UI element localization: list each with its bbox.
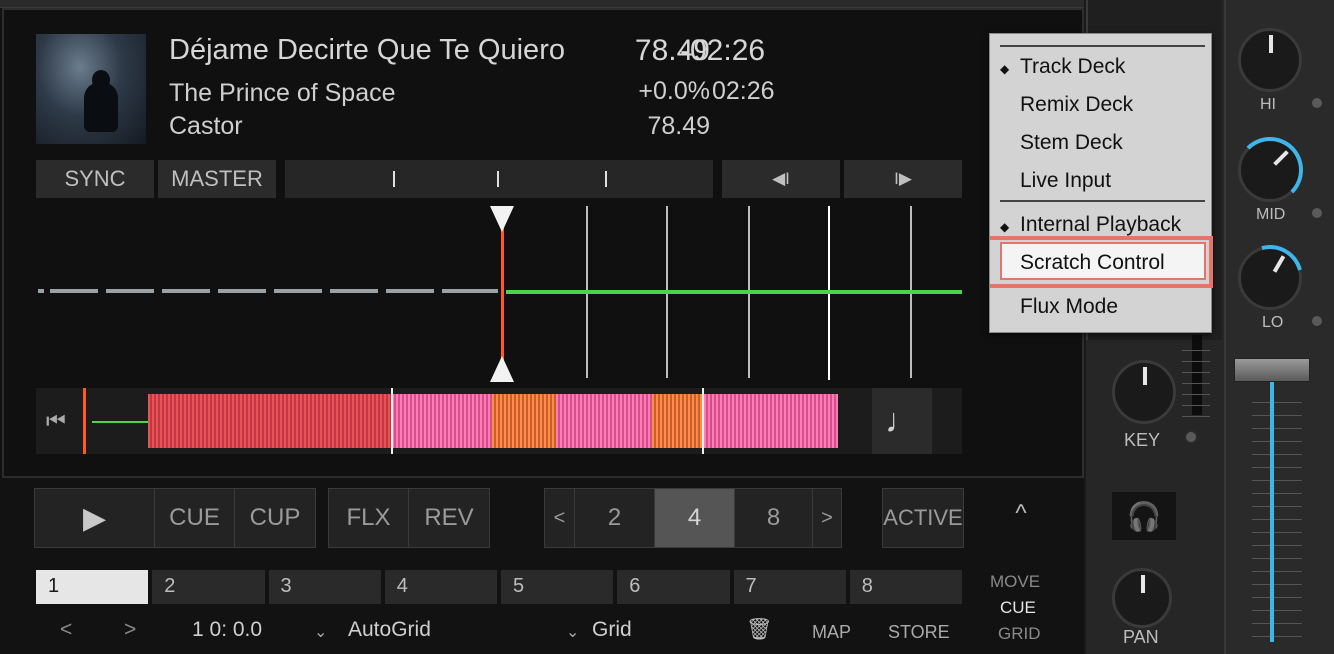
map-button[interactable]: MAP [812,622,851,643]
tempo-percent: +0.0% [638,77,710,105]
master-button[interactable]: MASTER [158,160,276,198]
menu-item-stem-deck[interactable]: Stem Deck [1020,131,1123,155]
menu-item-flux-mode[interactable]: Flux Mode [1020,295,1118,319]
cue-type-autogrid[interactable]: AutoGrid [348,618,431,642]
deck-type-menu: ◆ Track Deck Remix Deck Stem Deck Live I… [989,33,1213,333]
beatjump-forward-button[interactable]: I▶ [844,160,962,198]
stripe-waveform[interactable] [36,206,962,382]
eq-mid-label: MID [1256,206,1286,223]
hotcue-2[interactable]: 2 [152,570,265,604]
track-title: Déjame Decirte Que Te Quiero [169,34,565,66]
tempo-bpm: 78.49 [634,34,710,67]
deck-topbar [0,0,1084,8]
cue-button[interactable]: CUE [155,489,235,547]
trash-icon[interactable]: 🗑 [746,618,773,642]
phase-meter [285,160,713,198]
key-knob[interactable] [1112,360,1176,424]
active-toggle-wrap: ACTIVE [882,488,964,548]
waveform-signal [506,290,962,294]
loop-size-prev-button[interactable]: < [545,489,575,547]
track-deck: Déjame Decirte Que Te Quiero The Prince … [0,0,1084,654]
menu-item-internal-playback[interactable]: Internal Playback [1020,213,1181,237]
menu-item-scratch-control[interactable]: Scratch Control [1020,251,1165,275]
volume-fader-scale [1252,390,1302,640]
hotcue-1[interactable]: 1 [36,570,149,604]
loop-controls: < 2 4 8 > [544,488,842,548]
key-label: KEY [1124,430,1161,450]
playhead-bottom-marker [490,356,514,382]
loop-size-4[interactable]: 4 [655,489,735,547]
chevron-down-icon[interactable]: ⌄ [314,622,327,642]
hotcue-5[interactable]: 5 [501,570,614,604]
menu-item-live-input[interactable]: Live Input [1020,169,1111,193]
store-button[interactable]: STORE [888,622,950,643]
playhead-top-marker [490,206,514,232]
pan-label: PAN [1123,627,1159,647]
collapse-button[interactable]: ^ [1004,500,1038,534]
eq-hi-knob[interactable] [1238,28,1302,92]
headphones-icon[interactable]: 🎧 [1112,492,1176,540]
flx-button[interactable]: FLX [329,489,409,547]
transport-controls: ▶ CUE CUP [34,488,316,548]
eq-lo-kill-led[interactable] [1310,314,1324,328]
loop-size-2[interactable]: 2 [575,489,655,547]
time-elapsed: 02:26 [712,77,775,105]
eq-hi-label: HI [1260,96,1276,113]
key-led[interactable] [1184,430,1198,444]
pan-knob[interactable] [1112,568,1172,628]
quarter-note-icon[interactable]: ♩ [872,388,932,454]
chevron-down-icon[interactable]: ⌄ [566,622,579,642]
eq-lo-label: LO [1262,314,1284,331]
cue-bottom-row: < > 1 0: 0.0 ⌄ AutoGrid ⌄ Grid 🗑 MAP STO… [36,618,1036,648]
volume-fader[interactable] [1234,358,1310,382]
loop-size-next-button[interactable]: > [813,489,841,547]
rev-button[interactable]: REV [409,489,489,547]
active-button[interactable]: ACTIVE [883,489,963,547]
cue-next-button[interactable]: > [124,618,136,642]
menu-item-track-deck[interactable]: Track Deck [1020,55,1125,79]
hotcue-8[interactable]: 8 [849,570,962,604]
check-icon: ◆ [1000,62,1010,76]
eq-mid-kill-led[interactable] [1310,206,1324,220]
eq-mid-arc [1237,137,1303,203]
move-mode-label[interactable]: MOVE [990,572,1040,592]
hotcue-7[interactable]: 7 [733,570,846,604]
play-icon[interactable]: ▶ [35,489,155,547]
check-icon: ◆ [1000,220,1010,234]
hotcue-3[interactable]: 3 [268,570,381,604]
hotcue-6[interactable]: 6 [617,570,730,604]
album-cover [36,34,146,144]
cue-mode-label[interactable]: CUE [1000,598,1036,618]
hotcue-bar: 1 2 3 4 5 6 7 8 [36,570,962,604]
cue-prev-button[interactable]: < [60,618,72,642]
cue-position: 1 0: 0.0 [192,618,263,641]
volume-level [1270,380,1274,642]
menu-item-remix-deck[interactable]: Remix Deck [1020,93,1133,117]
original-bpm: 78.49 [647,112,710,140]
sync-button[interactable]: SYNC [36,160,154,198]
track-album: Castor [169,112,243,140]
beatjump-back-button[interactable]: ◀I [722,160,840,198]
hotcue-4[interactable]: 4 [384,570,497,604]
track-artist: The Prince of Space [169,79,396,107]
cue-type-grid[interactable]: Grid [592,618,632,642]
loop-size-8[interactable]: 8 [735,489,813,547]
skip-back-icon[interactable]: ⏮ [46,408,70,434]
eq-hi-kill-led[interactable] [1310,96,1324,110]
track-overview[interactable]: ⏮ ♩ [36,388,962,454]
cup-button[interactable]: CUP [235,489,315,547]
mode-controls: FLX REV [328,488,490,548]
